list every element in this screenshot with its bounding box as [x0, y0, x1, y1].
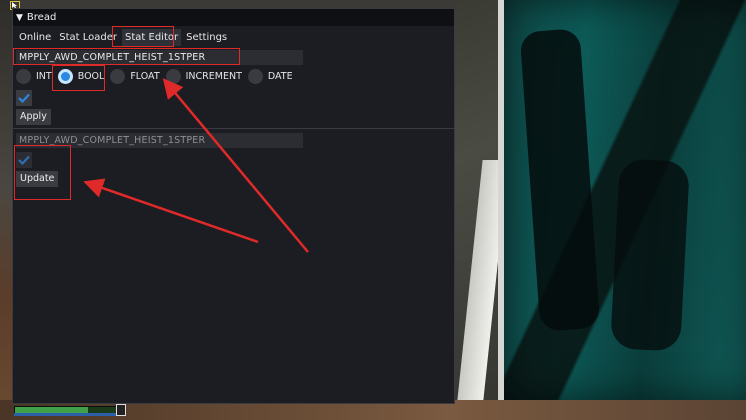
hud-indicator — [116, 404, 126, 416]
arrow-to-bool — [162, 78, 309, 253]
arrow-to-update — [83, 178, 259, 244]
annotation-arrows — [83, 78, 309, 253]
armor-bar — [14, 413, 118, 416]
